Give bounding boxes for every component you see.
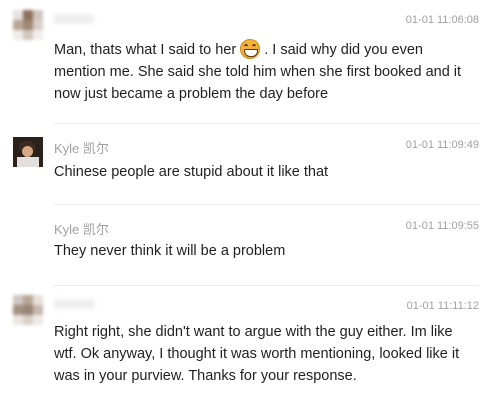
message-timestamp: 01-01 11:11:12 [406,300,479,312]
message-timestamp: 01-01 11:09:49 [405,139,479,151]
message-timestamp: 01-01 11:06:08 [405,14,479,26]
message-text: They never think it will be a problem [54,243,286,259]
sender-name[interactable]: Kyle 凯尔 [54,138,109,157]
chat-message: 01-01 11:06:08 Man, thats what I said to… [0,0,497,110]
chat-message: 01-01 11:11:12 Right right, she didn't w… [0,286,497,412]
message-timestamp: 01-01 11:09:55 [405,220,479,232]
message-text: Right right, she didn't want to argue wi… [54,324,460,384]
avatar[interactable] [13,10,43,40]
message-text: Man, thats what I said to her . I said w… [54,39,474,105]
sender-name-redacted [54,14,94,24]
chat-message: Kyle 凯尔 01-01 11:09:55 They never think … [0,205,497,285]
message-text: Chinese people are stupid about it like … [54,164,329,180]
message-text-part: Man, thats what I said to her [54,42,241,58]
sender-name-redacted [54,299,94,309]
avatar[interactable] [13,295,43,325]
avatar[interactable] [13,137,43,167]
grinning-face-emoji-icon [240,39,261,59]
sender-name[interactable]: Kyle 凯尔 [54,219,109,238]
chat-message: Kyle 凯尔 01-01 11:09:49 Chinese people ar… [0,124,497,204]
